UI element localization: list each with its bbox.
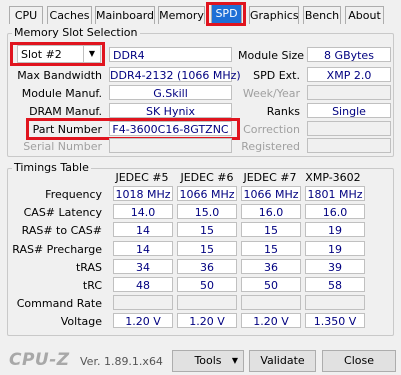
dram-manuf-value: SK Hynix xyxy=(109,103,232,118)
timing-value: 50 xyxy=(177,277,237,292)
timing-value: 14.0 xyxy=(113,204,173,220)
cpu-z-logo: CPU-Z xyxy=(9,350,70,370)
timing-value: 15 xyxy=(177,240,237,256)
timing-value: 36 xyxy=(241,258,301,274)
timing-value xyxy=(177,295,237,311)
tools-label: Tools xyxy=(194,354,222,367)
highlight-spd-tab xyxy=(206,2,246,26)
timing-row-label: RAS# Precharge xyxy=(12,242,102,256)
ranks-value: Single xyxy=(307,103,391,118)
module-size-value: 8 GBytes xyxy=(307,47,391,62)
timing-value: 50 xyxy=(241,277,301,292)
correction-label: Correction xyxy=(243,123,300,136)
tab-bench[interactable]: Bench xyxy=(303,6,341,24)
timing-value: 15 xyxy=(241,222,301,238)
tab-cpu[interactable]: CPU xyxy=(9,6,43,24)
timing-value: 15 xyxy=(241,240,301,256)
registered-label: Registered xyxy=(241,140,300,153)
correction-value xyxy=(307,121,391,136)
serial-number-label: Serial Number xyxy=(23,140,102,153)
spd-ext-value: XMP 2.0 xyxy=(307,67,391,82)
max-bandwidth-label: Max Bandwidth xyxy=(17,69,102,82)
group-title: Timings Table xyxy=(12,161,91,174)
timing-value: 16.0 xyxy=(241,204,301,220)
timing-value xyxy=(241,295,301,311)
ranks-label: Ranks xyxy=(266,105,300,118)
timing-value: 48 xyxy=(113,277,173,292)
week-year-label: Week/Year xyxy=(242,87,300,100)
column-header: JEDEC #7 xyxy=(243,171,297,184)
version-text: Ver. 1.89.1.x64 xyxy=(80,355,163,368)
column-header: XMP-3602 xyxy=(305,171,361,184)
module-manuf-value: G.Skill xyxy=(109,85,232,100)
max-bandwidth-value: DDR4-2132 (1066 MHz) xyxy=(109,67,241,82)
tab-caches[interactable]: Caches xyxy=(47,6,92,24)
timing-value: 19 xyxy=(305,222,365,238)
module-manuf-label: Module Manuf. xyxy=(21,87,102,100)
timing-row-label: Frequency xyxy=(45,188,102,201)
validate-button[interactable]: Validate xyxy=(249,350,316,372)
timing-value: 14 xyxy=(113,222,173,238)
spd-ext-label: SPD Ext. xyxy=(253,69,300,82)
serial-number-value xyxy=(109,138,232,153)
timing-row-label: tRC xyxy=(82,279,102,292)
timing-value: 1.20 V xyxy=(113,313,173,329)
timing-value xyxy=(305,295,365,311)
timing-row-label: RAS# to CAS# xyxy=(21,224,102,238)
week-year-value xyxy=(307,85,391,100)
column-header: JEDEC #5 xyxy=(115,171,169,184)
tools-button[interactable]: Tools ▼ xyxy=(172,350,244,372)
registered-value xyxy=(307,138,391,153)
timing-value xyxy=(113,295,173,311)
timing-row-label: CAS# Latency xyxy=(23,206,102,220)
memory-type: DDR4 xyxy=(109,47,232,62)
tab-mainboard[interactable]: Mainboard xyxy=(95,6,155,24)
dram-manuf-label: DRAM Manuf. xyxy=(29,105,102,118)
timing-value: 1801 MHz xyxy=(305,186,365,201)
timing-value: 14 xyxy=(113,240,173,256)
timing-value: 1.350 V xyxy=(305,313,365,329)
highlight-part-number xyxy=(26,118,240,140)
timing-value: 58 xyxy=(305,277,365,292)
timing-value: 19 xyxy=(305,240,365,256)
timing-value: 39 xyxy=(305,258,365,274)
timing-value: 1.20 V xyxy=(241,313,301,329)
timing-value: 36 xyxy=(177,258,237,274)
timing-value: 15 xyxy=(177,222,237,238)
timing-value: 1.20 V xyxy=(177,313,237,329)
column-header: JEDEC #6 xyxy=(180,171,234,184)
timing-value: 15.0 xyxy=(177,204,237,220)
tab-about[interactable]: About xyxy=(345,6,384,24)
timing-value: 1066 MHz xyxy=(177,186,237,201)
chevron-down-icon: ▼ xyxy=(231,356,238,365)
tab-memory[interactable]: Memory xyxy=(158,6,205,24)
timing-value: 16.0 xyxy=(305,204,365,220)
module-size-label: Module Size xyxy=(238,49,305,62)
group-title: Memory Slot Selection xyxy=(12,26,140,39)
tab-graphics[interactable]: Graphics xyxy=(249,6,299,24)
timing-row-label: tRAS xyxy=(75,260,102,274)
timing-value: 1018 MHz xyxy=(113,186,173,201)
timing-row-label: Voltage xyxy=(60,315,102,329)
timing-value: 34 xyxy=(113,258,173,274)
highlight-slot-select xyxy=(10,42,105,66)
timing-value: 1066 MHz xyxy=(241,186,301,201)
close-button[interactable]: Close xyxy=(322,350,396,372)
timing-row-label: Command Rate xyxy=(16,297,102,311)
